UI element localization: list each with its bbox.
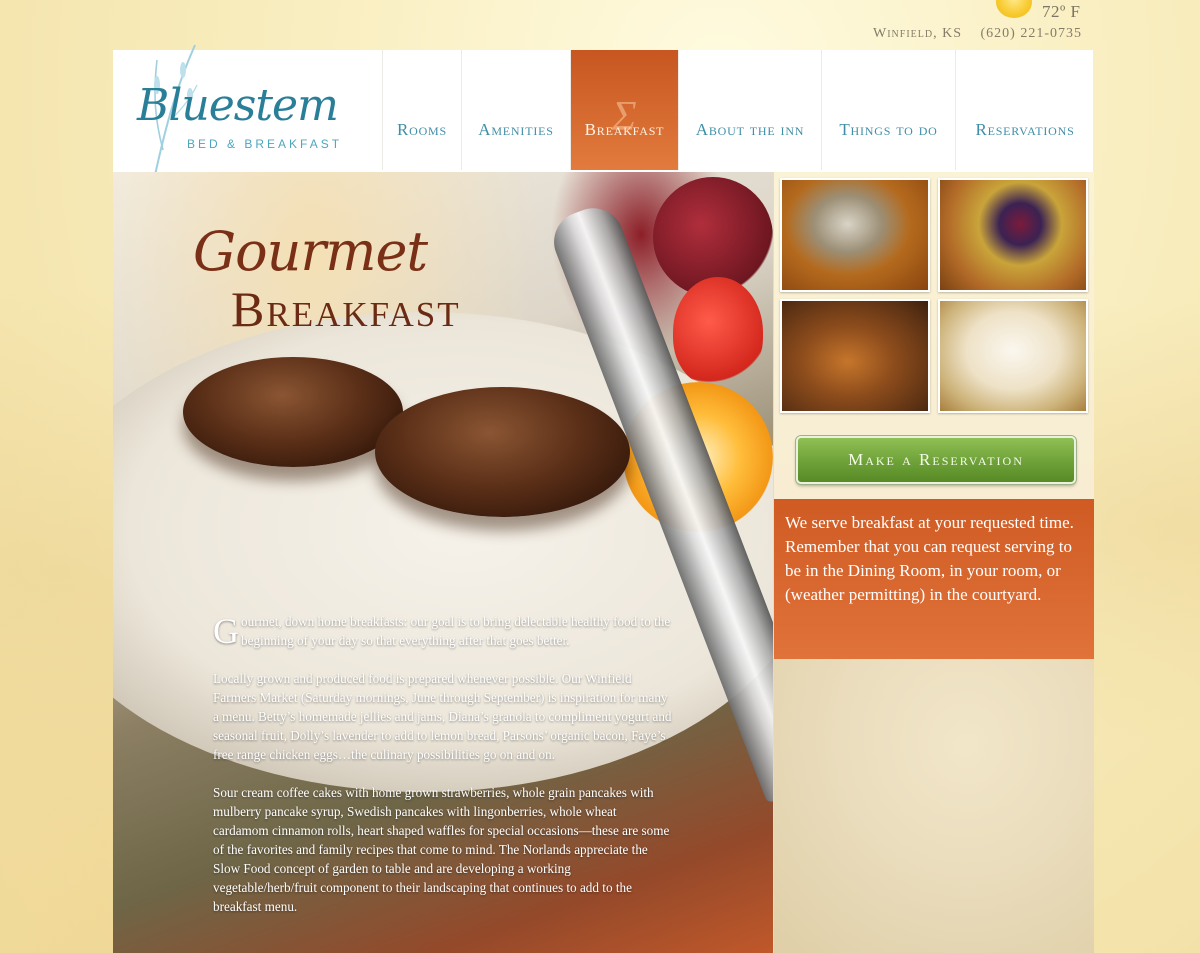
paragraph-3: Sour cream coffee cakes with home grown …: [213, 785, 670, 914]
logo-tagline: BED & BREAKFAST: [187, 137, 343, 151]
breakfast-info-box: We serve breakfast at your requested tim…: [774, 499, 1094, 659]
sausage-patty-image: [183, 357, 403, 467]
nav-label: Amenities: [478, 120, 554, 139]
logo-wordmark: Bluestem: [137, 80, 339, 131]
hero-image: Gourmet Breakfast Gourmet, down home bre…: [113, 172, 773, 953]
logo[interactable]: Bluestem BED & BREAKFAST: [113, 44, 383, 176]
nav-breakfast[interactable]: ʃ Breakfast: [570, 50, 678, 170]
nav-amenities[interactable]: Amenities: [461, 50, 570, 170]
paragraph-2: Locally grown and produced food is prepa…: [213, 671, 672, 762]
page-title-script: Gourmet: [193, 220, 428, 283]
gallery-photo-parfait[interactable]: [938, 299, 1088, 413]
side-background-photo: [774, 659, 1094, 953]
paragraph-1: Gourmet, down home breakfasts: our goal …: [213, 612, 675, 650]
drop-cap: G: [213, 611, 239, 651]
nav-label: Rooms: [396, 120, 447, 139]
photo-gallery: [780, 178, 1088, 413]
phone-text: (620) 221-0735: [980, 26, 1082, 41]
gallery-photo-berries[interactable]: [938, 178, 1088, 292]
sausage-patty-image: [375, 387, 630, 517]
nav-label: Reservations: [975, 120, 1075, 139]
make-reservation-button[interactable]: Make a Reservation: [796, 436, 1076, 484]
nav-things-to-do[interactable]: Things to do: [821, 50, 955, 170]
nav-about[interactable]: About the inn: [678, 50, 821, 170]
temperature: 72º F: [1042, 2, 1081, 21]
paragraph-1-text: ourmet, down home breakfasts: our goal i…: [241, 614, 671, 648]
nav-reservations[interactable]: Reservations: [955, 50, 1094, 170]
breakfast-info-text: We serve breakfast at your requested tim…: [785, 513, 1074, 604]
location-text: Winfield, KS: [873, 26, 962, 41]
nav-label: About the inn: [695, 120, 805, 139]
strawberry-image: [673, 277, 763, 387]
side-panel: Make a Reservation We serve breakfast at…: [773, 172, 1094, 953]
page-title: Breakfast: [231, 281, 461, 337]
main-nav: Rooms Amenities ʃ Breakfast About the in…: [382, 50, 1094, 172]
site-header: Bluestem BED & BREAKFAST Rooms Amenities…: [113, 44, 1094, 176]
gallery-photo-coffee[interactable]: [780, 178, 930, 292]
nav-label: Breakfast: [584, 120, 665, 139]
gallery-photo-jams[interactable]: [780, 299, 930, 413]
body-copy: Gourmet, down home breakfasts: our goal …: [213, 612, 675, 935]
location-line: Winfield, KS (620) 221-0735: [873, 26, 1082, 42]
nav-label: Things to do: [839, 120, 938, 139]
nav-rooms[interactable]: Rooms: [382, 50, 461, 170]
